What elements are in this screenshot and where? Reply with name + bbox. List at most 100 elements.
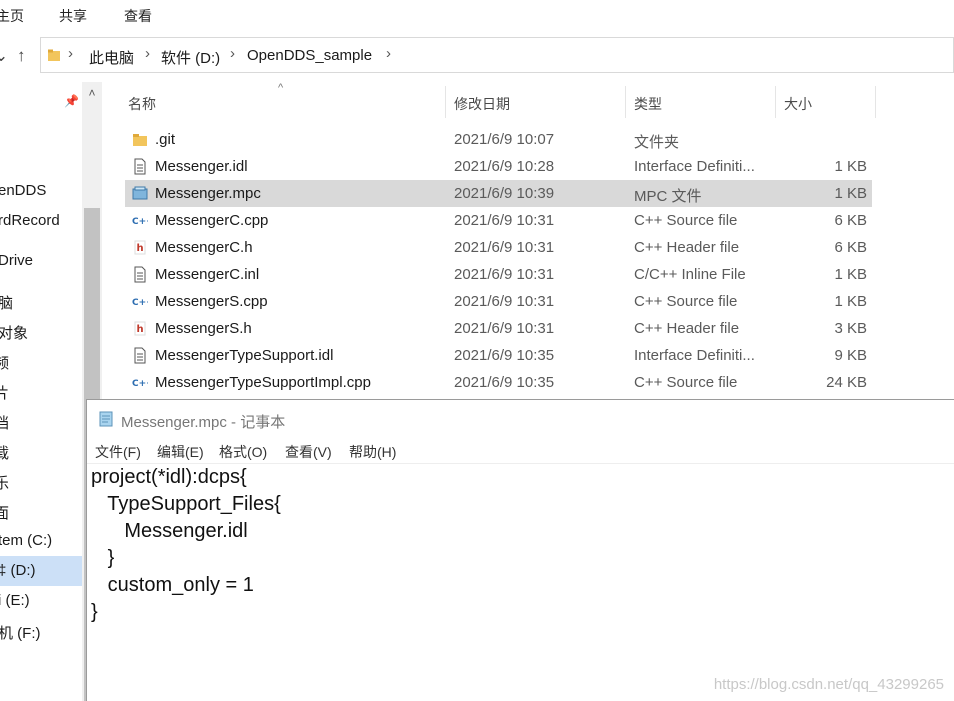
sidebar-item-this-pc[interactable]: 脑 xyxy=(0,292,13,313)
menu-edit[interactable]: 编辑(E) xyxy=(157,442,204,462)
file-name: MessengerC.inl xyxy=(155,266,260,283)
sidebar-item-desktop[interactable]: 面 xyxy=(0,502,9,523)
text-file-icon xyxy=(132,347,148,364)
cpp-file-icon: C++ xyxy=(132,212,154,229)
file-row[interactable]: C++ MessengerTypeSupportImpl.cpp 2021/6/9 … xyxy=(102,369,954,396)
svg-text:C++: C++ xyxy=(132,379,148,389)
breadcrumb-this-pc[interactable]: 此电脑 xyxy=(89,47,134,68)
file-modified-date: 2021/6/9 10:35 xyxy=(454,374,555,391)
file-type: C++ Header file xyxy=(634,239,740,256)
sidebar-item-pictures[interactable]: 片 xyxy=(0,382,9,403)
sidebar-item-wordrecord[interactable]: rdRecord xyxy=(0,212,60,229)
sidebar-item-chevron[interactable]: ˅ xyxy=(0,90,1,107)
file-modified-date: 2021/6/9 10:39 xyxy=(454,185,555,202)
code-line: custom_only = 1 xyxy=(91,574,254,596)
code-line: Messenger.idl xyxy=(91,520,248,542)
file-row[interactable]: Messenger.idl 2021/6/9 10:28 Interface Def… xyxy=(102,153,954,180)
ribbon-tabs: 主页 共享 查看 xyxy=(0,0,954,32)
folder-icon xyxy=(48,49,60,61)
file-row[interactable]: C++ MessengerC.cpp 2021/6/9 10:31 C++ Sourc… xyxy=(102,207,954,234)
file-name: Messenger.mpc xyxy=(155,185,261,202)
header-file-icon: h xyxy=(132,320,148,337)
column-divider[interactable] xyxy=(775,86,776,118)
file-type: C++ Source file xyxy=(634,212,738,229)
tab-view[interactable]: 查看 xyxy=(124,6,152,26)
file-name: MessengerC.h xyxy=(155,239,253,256)
file-modified-date: 2021/6/9 10:31 xyxy=(454,239,555,256)
sidebar-item-drive-f[interactable]: 机 (F:) xyxy=(0,622,41,643)
header-file-icon: h xyxy=(132,239,148,256)
file-name: Messenger.idl xyxy=(155,158,248,175)
sidebar-item-onedrive[interactable]: Drive xyxy=(0,252,33,269)
up-arrow-icon[interactable]: ↑ xyxy=(17,46,26,66)
file-size: 6 KB xyxy=(834,239,867,256)
column-header-size[interactable]: 大小 xyxy=(784,94,812,114)
address-bar[interactable]: › 此电脑 › 软件 (D:) › OpenDDS_sample › xyxy=(40,37,954,73)
sidebar-item-documents[interactable]: 档 xyxy=(0,412,9,433)
menu-help[interactable]: 帮助(H) xyxy=(349,442,396,462)
sidebar-item-opendds[interactable]: enDDS xyxy=(0,182,46,199)
menu-view[interactable]: 查看(V) xyxy=(285,442,332,462)
file-modified-date: 2021/6/9 10:31 xyxy=(454,266,555,283)
breadcrumb-separator-icon[interactable]: › xyxy=(145,45,150,62)
scroll-up-icon[interactable]: ˄ xyxy=(82,86,102,100)
sidebar-item-3d-objects[interactable]: 对象 xyxy=(0,322,28,343)
column-divider[interactable] xyxy=(445,86,446,118)
breadcrumb-drive-d[interactable]: 软件 (D:) xyxy=(161,47,220,68)
sidebar-item-music[interactable]: 乐 xyxy=(0,472,9,493)
breadcrumb-separator-icon[interactable]: › xyxy=(68,45,73,62)
file-list-header: ^ 名称 修改日期 类型 大小 xyxy=(102,82,954,122)
file-row[interactable]: Messenger.mpc 2021/6/9 10:39 MPC 文件 1 KB xyxy=(102,180,954,207)
pin-icon[interactable]: 📌 xyxy=(64,94,79,108)
sidebar-item-drive-e[interactable]: i (E:) xyxy=(0,592,30,609)
breadcrumb-separator-icon[interactable]: › xyxy=(386,45,391,62)
file-type: 文件夹 xyxy=(634,134,680,151)
tab-home[interactable]: 主页 xyxy=(0,6,24,26)
notepad-text-area[interactable]: project(*idl):dcps{ TypeSupport_Files{ M… xyxy=(91,466,951,698)
sidebar-item-downloads[interactable]: 载 xyxy=(0,442,9,463)
column-header-type[interactable]: 类型 xyxy=(634,94,662,114)
menu-file[interactable]: 文件(F) xyxy=(95,442,141,462)
code-line: project(*idl):dcps{ xyxy=(91,466,247,488)
code-line: } xyxy=(91,601,98,623)
breadcrumb-separator-icon[interactable]: › xyxy=(230,45,235,62)
file-name: .git xyxy=(155,131,176,148)
sidebar-item-drive-c[interactable]: tem (C:) xyxy=(0,532,52,549)
cpp-file-icon: C++ xyxy=(132,293,154,310)
notepad-window[interactable]: Messenger.mpc - 记事本 文件(F) 编辑(E) 格式(O) 查看… xyxy=(86,399,954,701)
file-row[interactable]: h MessengerC.h 2021/6/9 10:31 C++ Header fi… xyxy=(102,234,954,261)
file-size: 9 KB xyxy=(834,347,867,364)
notepad-title: Messenger.mpc - 记事本 xyxy=(121,414,286,431)
file-row[interactable]: MessengerTypeSupport.idl 2021/6/9 10:35 In… xyxy=(102,342,954,369)
file-type: Interface Definiti... xyxy=(634,347,755,364)
column-header-date[interactable]: 修改日期 xyxy=(454,94,510,114)
sidebar-item-drive-d[interactable]: ‡ (D:) xyxy=(0,562,36,579)
file-type: C/C++ Inline File xyxy=(634,266,746,283)
file-row[interactable]: C++ MessengerS.cpp 2021/6/9 10:31 C++ Sourc… xyxy=(102,288,954,315)
menu-format[interactable]: 格式(O) xyxy=(219,442,267,462)
file-modified-date: 2021/6/9 10:28 xyxy=(454,158,555,175)
svg-text:C++: C++ xyxy=(132,298,148,308)
code-line: TypeSupport_Files{ xyxy=(91,493,281,515)
file-size: 3 KB xyxy=(834,320,867,337)
file-row[interactable]: h MessengerS.h 2021/6/9 10:31 C++ Header fi… xyxy=(102,315,954,342)
file-name: MessengerS.cpp xyxy=(155,293,268,310)
column-header-name[interactable]: 名称 xyxy=(128,94,156,114)
file-modified-date: 2021/6/9 10:07 xyxy=(454,131,555,148)
file-list: .git 2021/6/9 10:07 文件夹 Messenger.idl 2021/6… xyxy=(102,126,954,396)
file-size: 1 KB xyxy=(834,266,867,283)
tab-share[interactable]: 共享 xyxy=(59,6,87,26)
sidebar-item-videos[interactable]: 频 xyxy=(0,352,9,373)
column-divider[interactable] xyxy=(875,86,876,118)
chevron-down-icon[interactable]: ⌄ xyxy=(0,46,8,66)
svg-text:h: h xyxy=(137,324,144,335)
file-modified-date: 2021/6/9 10:35 xyxy=(454,347,555,364)
column-divider[interactable] xyxy=(625,86,626,118)
file-row[interactable]: .git 2021/6/9 10:07 文件夹 xyxy=(102,126,954,153)
file-name: MessengerC.cpp xyxy=(155,212,269,229)
file-type: C++ Source file xyxy=(634,374,738,391)
breadcrumb-opendds-sample[interactable]: OpenDDS_sample xyxy=(247,47,372,64)
file-modified-date: 2021/6/9 10:31 xyxy=(454,212,555,229)
file-row[interactable]: MessengerC.inl 2021/6/9 10:31 C/C++ Inline… xyxy=(102,261,954,288)
notepad-title-bar[interactable]: Messenger.mpc - 记事本 xyxy=(87,400,954,438)
